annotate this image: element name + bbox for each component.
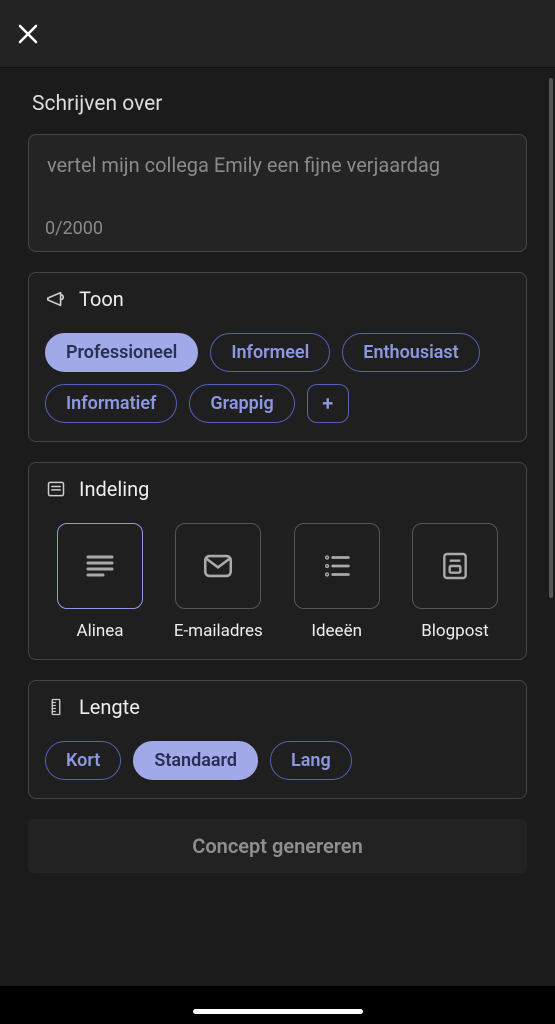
length-label: Lengte	[79, 695, 140, 719]
format-item-email: E-mailadres	[163, 523, 273, 641]
bottom-bar	[0, 986, 555, 1024]
format-label: Indeling	[79, 477, 149, 501]
tone-option-professioneel[interactable]: Professioneel	[45, 333, 198, 372]
char-counter: 0/2000	[45, 218, 510, 239]
format-box-email[interactable]	[175, 523, 261, 609]
length-panel: Lengte Kort Standaard Lang	[28, 680, 527, 799]
prompt-title: Schrijven over	[32, 92, 527, 116]
header	[0, 0, 555, 68]
prompt-box[interactable]: 0/2000	[28, 134, 527, 252]
scrollbar[interactable]	[549, 78, 553, 598]
length-option-standaard[interactable]: Standaard	[133, 741, 258, 780]
tone-option-enthousiast[interactable]: Enthousiast	[342, 333, 479, 372]
format-label-ideeen: Ideeën	[311, 621, 362, 641]
mail-icon	[201, 549, 235, 583]
list-icon	[320, 549, 354, 583]
close-icon	[16, 22, 40, 46]
format-item-blogpost: Blogpost	[400, 523, 510, 641]
home-indicator[interactable]	[193, 1009, 363, 1014]
megaphone-icon	[45, 288, 67, 310]
format-item-alinea: Alinea	[45, 523, 155, 641]
tone-panel: Toon Professioneel Informeel Enthousiast…	[28, 272, 527, 442]
ruler-icon	[45, 696, 67, 718]
blog-icon	[439, 550, 471, 582]
tone-option-informatief[interactable]: Informatief	[45, 384, 177, 423]
format-label-email: E-mailadres	[174, 621, 263, 641]
format-box-blogpost[interactable]	[412, 523, 498, 609]
layout-icon	[45, 478, 67, 500]
content-area: Schrijven over 0/2000 Toon Professioneel…	[0, 68, 555, 1024]
tone-option-informeel[interactable]: Informeel	[210, 333, 330, 372]
generate-label: Concept genereren	[192, 834, 363, 858]
prompt-input[interactable]	[45, 151, 510, 207]
paragraph-icon	[82, 548, 118, 584]
format-panel: Indeling Alinea	[28, 462, 527, 660]
length-option-kort[interactable]: Kort	[45, 741, 121, 780]
format-box-ideeen[interactable]	[294, 523, 380, 609]
format-item-ideeen: Ideeën	[282, 523, 392, 641]
format-label-alinea: Alinea	[76, 621, 123, 641]
length-option-lang[interactable]: Lang	[270, 741, 352, 780]
tone-add-button[interactable]: +	[307, 384, 349, 423]
close-button[interactable]	[14, 20, 42, 48]
tone-option-grappig[interactable]: Grappig	[189, 384, 294, 423]
tone-options: Professioneel Informeel Enthousiast Info…	[45, 333, 510, 423]
tone-label: Toon	[79, 287, 124, 311]
format-label-blogpost: Blogpost	[421, 621, 489, 641]
format-box-alinea[interactable]	[57, 523, 143, 609]
generate-button[interactable]: Concept genereren	[28, 819, 527, 873]
